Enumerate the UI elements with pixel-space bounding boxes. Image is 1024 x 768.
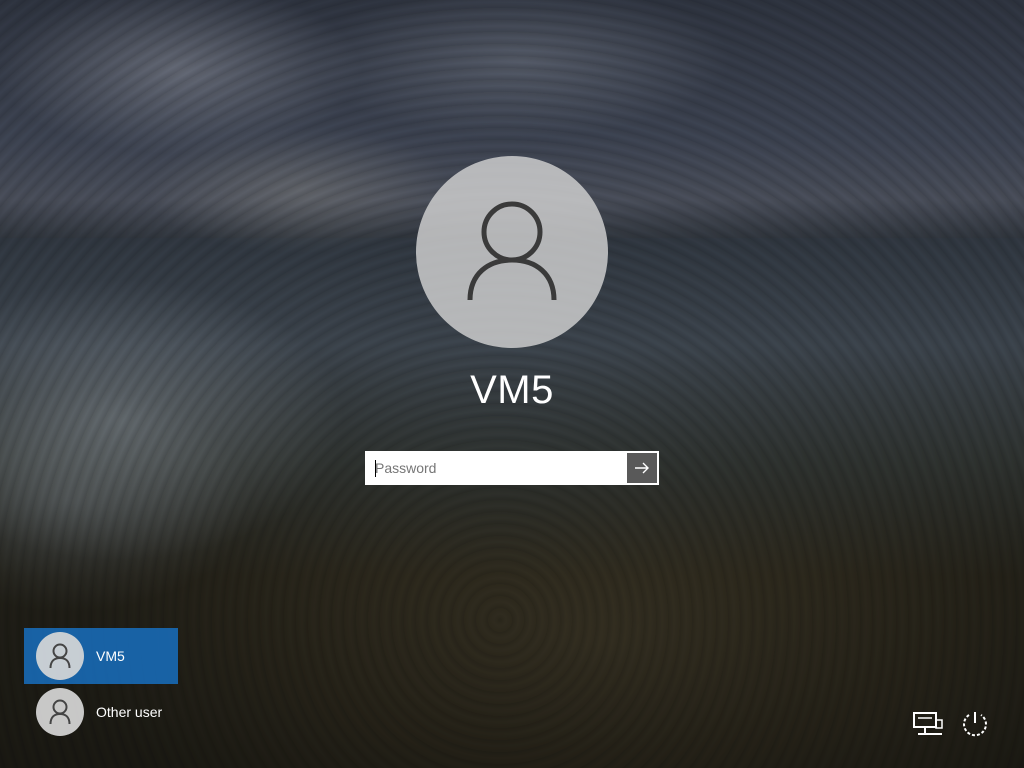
lock-screen: VM5 VM5 Other user [0,0,1024,768]
network-icon [913,712,943,735]
password-box [365,451,659,485]
power-icon [963,712,987,737]
user-icon [467,201,557,301]
user-item-label: VM5 [96,648,125,664]
power-button[interactable] [955,704,995,744]
account-avatar [416,156,608,348]
user-switcher: VM5 Other user [24,628,178,740]
user-icon [49,699,71,725]
account-name: VM5 [470,368,554,412]
user-avatar [36,688,84,736]
arrow-right-icon [635,462,649,474]
user-item-label: Other user [96,704,163,720]
submit-button[interactable] [627,453,657,483]
network-button[interactable] [908,704,948,744]
user-avatar [36,632,84,680]
user-item-vm5[interactable]: VM5 [24,628,178,684]
user-item-other-user[interactable]: Other user [24,684,178,740]
text-caret [375,460,376,477]
password-input[interactable] [367,453,627,483]
user-icon [49,643,71,669]
